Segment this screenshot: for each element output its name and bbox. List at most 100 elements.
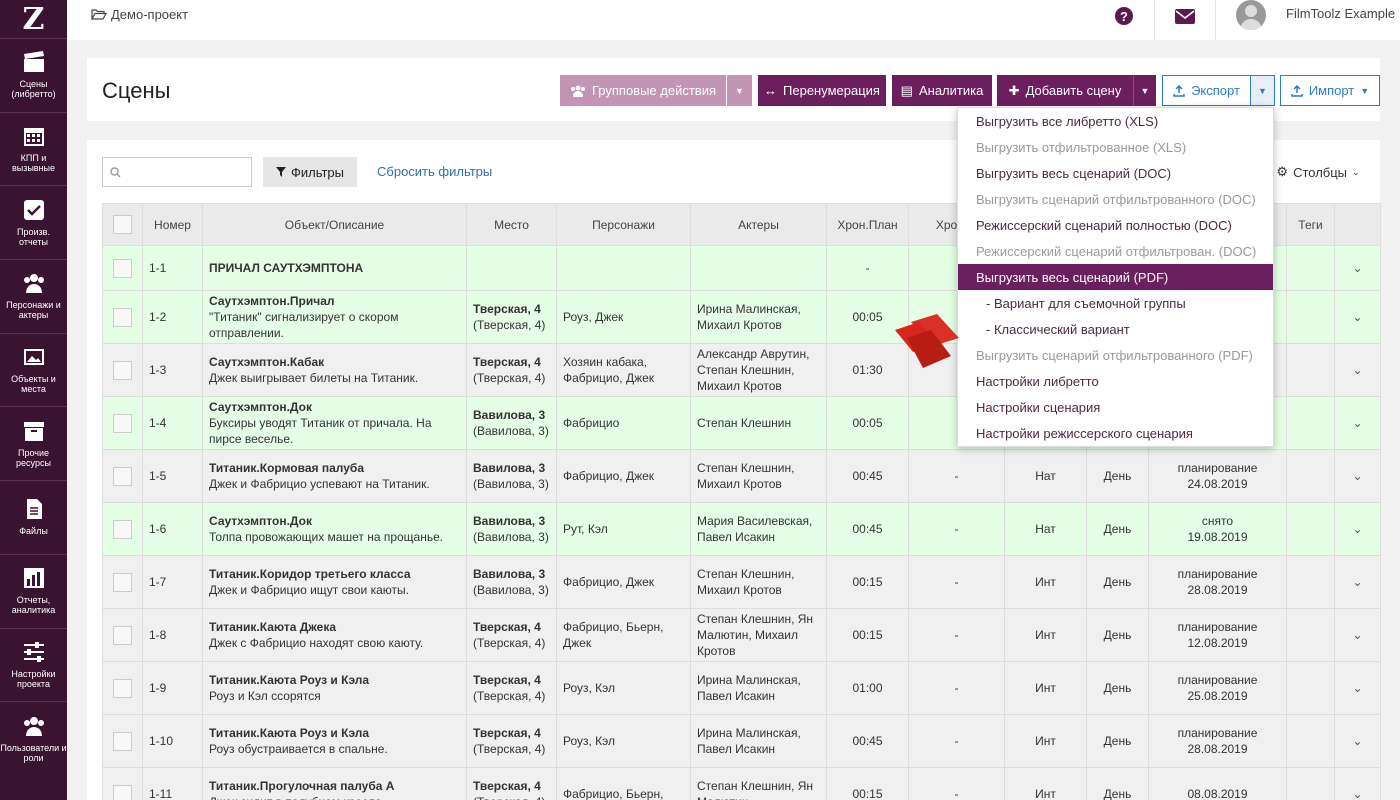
help-icon[interactable]: ?: [1115, 7, 1133, 25]
group-actions-caret[interactable]: ▼: [727, 75, 752, 106]
actors-cell: [690, 245, 827, 291]
sidebar-item-8[interactable]: Настройки проекта: [0, 627, 67, 702]
import-button[interactable]: Импорт ▼: [1280, 75, 1380, 106]
chevron-down-icon[interactable]: ⌄: [1352, 310, 1362, 324]
sidebar-item-7[interactable]: Отчеты, аналитика: [0, 553, 67, 628]
expand-cell: ⌄: [1334, 343, 1381, 397]
sidebar-item-label: КПП и вызывные: [11, 153, 56, 174]
export-menu-item[interactable]: Выгрузить весь сценарий (PDF): [958, 264, 1273, 290]
table-row[interactable]: 1-11Титаник.Прогулочная палуба АДжек сид…: [102, 767, 1381, 800]
chevron-down-icon[interactable]: ⌄: [1352, 363, 1362, 377]
table-icon: ▤: [900, 82, 913, 98]
sidebar-item-0[interactable]: Сцены (либретто): [0, 38, 67, 112]
export-menu-item[interactable]: Настройки либретто: [958, 368, 1273, 394]
timing-plan: 00:45: [826, 502, 909, 556]
chevron-down-icon[interactable]: ⌄: [1352, 416, 1362, 430]
calendar-icon: [23, 125, 45, 153]
add-scene-caret[interactable]: ▼: [1133, 75, 1156, 106]
row-checkbox[interactable]: [113, 519, 132, 539]
place-name: Тверская, 4: [473, 302, 541, 316]
status-cell: планирование 25.08.2019: [1148, 661, 1287, 715]
table-row[interactable]: 1-10 Титаник.Каюта Роуз и Кэла Роуз обустр…: [102, 714, 1381, 768]
row-checkbox[interactable]: [113, 678, 132, 698]
sidebar-item-2[interactable]: Произв. отчеты: [0, 185, 67, 259]
row-checkbox[interactable]: [113, 360, 132, 380]
search-input[interactable]: [102, 157, 252, 187]
row-checkbox[interactable]: [113, 731, 132, 751]
place-cell: Тверская, 4 (Тверская, 4): [466, 290, 557, 344]
sidebar-item-3[interactable]: Персонажи и актеры: [0, 259, 67, 333]
columns-button[interactable]: ⚙ Столбцы ⌄: [1270, 157, 1366, 187]
row-checkbox[interactable]: [113, 258, 132, 278]
chevron-down-icon[interactable]: ⌄: [1352, 469, 1362, 483]
reset-filters-link[interactable]: Сбросить фильтры: [377, 164, 492, 179]
sidebar-item-1[interactable]: КПП и вызывные: [0, 111, 67, 186]
avatar[interactable]: [1236, 0, 1266, 30]
app-logo[interactable]: Z: [0, 0, 67, 38]
table-row[interactable]: 1-6 Саутхэмптон.Док Толпа провожающих маше…: [102, 502, 1381, 556]
sidebar-item-4[interactable]: Объекты и места: [0, 332, 67, 407]
place-name: Тверская, 4: [473, 779, 541, 793]
breadcrumb-project[interactable]: Демо-проект: [111, 7, 188, 22]
table-row[interactable]: 1-9 Титаник.Каюта Роуз и Кэла Роуз и Кэл с…: [102, 661, 1381, 715]
renumber-button[interactable]: ↔ Перенумерация: [758, 75, 886, 106]
chevron-down-icon[interactable]: ⌄: [1352, 681, 1362, 695]
chevron-down-icon[interactable]: ⌄: [1352, 628, 1362, 642]
tags-cell: [1286, 343, 1335, 397]
timing-plan: 00:45: [826, 449, 909, 503]
breadcrumb[interactable]: Демо-проект: [91, 7, 188, 22]
export-menu-item[interactable]: Выгрузить весь сценарий (DOC): [958, 160, 1273, 186]
chevron-down-icon[interactable]: ⌄: [1352, 787, 1362, 800]
group-actions-button[interactable]: Групповые действия: [560, 75, 726, 106]
row-select-cell: [102, 290, 143, 344]
object-title: Саутхэмптон.Кабак: [209, 355, 325, 369]
sidebar-item-5[interactable]: Прочие ресурсы: [0, 406, 67, 480]
status-date: 08.08.2019: [1187, 787, 1248, 800]
tags-cell: [1286, 396, 1335, 450]
export-menu-item[interactable]: Настройки сценария: [958, 394, 1273, 420]
row-checkbox[interactable]: [113, 307, 132, 327]
filters-button[interactable]: Фильтры: [263, 157, 357, 187]
analytics-button[interactable]: ▤ Аналитика: [892, 75, 992, 106]
table-row[interactable]: 1-8 Титаник.Каюта Джека Джек с Фабрицио на…: [102, 608, 1381, 662]
column-header[interactable]: [102, 203, 143, 246]
row-checkbox[interactable]: [113, 625, 132, 645]
divider: [1154, 0, 1155, 40]
sidebar-item-6[interactable]: Файлы: [0, 480, 67, 554]
chevron-down-icon[interactable]: ⌄: [1352, 575, 1362, 589]
chevron-down-icon[interactable]: ⌄: [1352, 734, 1362, 748]
export-menu-item[interactable]: Выгрузить все либретто (XLS): [958, 108, 1273, 134]
place-address: (Тверская, 4): [473, 794, 550, 800]
select-all-checkbox[interactable]: [113, 215, 132, 234]
chevron-down-icon[interactable]: ⌄: [1352, 261, 1362, 275]
export-menu-item[interactable]: - Классический вариант: [958, 316, 1273, 342]
sidebar-item-label: Персонажи и актеры: [6, 300, 61, 321]
place-address: (Вавилова, 3): [473, 530, 549, 544]
export-button[interactable]: Экспорт: [1162, 75, 1251, 106]
expand-cell: ⌄: [1334, 608, 1381, 662]
table-row[interactable]: 1-7 Титаник.Коридор третьего класса Джек и…: [102, 555, 1381, 609]
actors-cell: Степан Клешнин, Михаил Кротов: [690, 555, 827, 609]
int-ext: Инт: [1004, 555, 1087, 609]
add-scene-button[interactable]: ✚ Добавить сцену: [997, 75, 1133, 106]
row-checkbox[interactable]: [113, 572, 132, 592]
export-menu-item[interactable]: - Вариант для съемочной группы: [958, 290, 1273, 316]
place-cell: Вавилова, 3 (Вавилова, 3): [466, 449, 557, 503]
place-address: (Тверская, 4): [473, 318, 546, 332]
row-checkbox[interactable]: [113, 784, 132, 800]
export-menu-item[interactable]: Настройки режиссерского сценария: [958, 420, 1273, 446]
chevron-down-icon[interactable]: ⌄: [1352, 522, 1362, 536]
expand-cell: ⌄: [1334, 396, 1381, 450]
export-menu-item[interactable]: Режиссерский сценарий полностью (DOC): [958, 212, 1273, 238]
row-checkbox[interactable]: [113, 413, 132, 433]
sidebar-item-9[interactable]: Пользователи и роли: [0, 701, 67, 775]
export-caret[interactable]: ▼: [1250, 75, 1275, 106]
place-address: (Вавилова, 3): [473, 583, 549, 597]
user-name[interactable]: FilmToolz Example: [1286, 6, 1395, 21]
sidebar: Z Сцены (либретто) КПП и вызывные Произв. …: [0, 0, 67, 800]
mail-icon[interactable]: [1175, 9, 1195, 27]
status-cell: планирование 28.08.2019: [1148, 714, 1287, 768]
row-checkbox[interactable]: [113, 466, 132, 486]
table-row[interactable]: 1-5 Титаник.Кормовая палуба Джек и Фабрици…: [102, 449, 1381, 503]
scene-description: Роуз и Кэл ссорятся: [209, 689, 321, 703]
